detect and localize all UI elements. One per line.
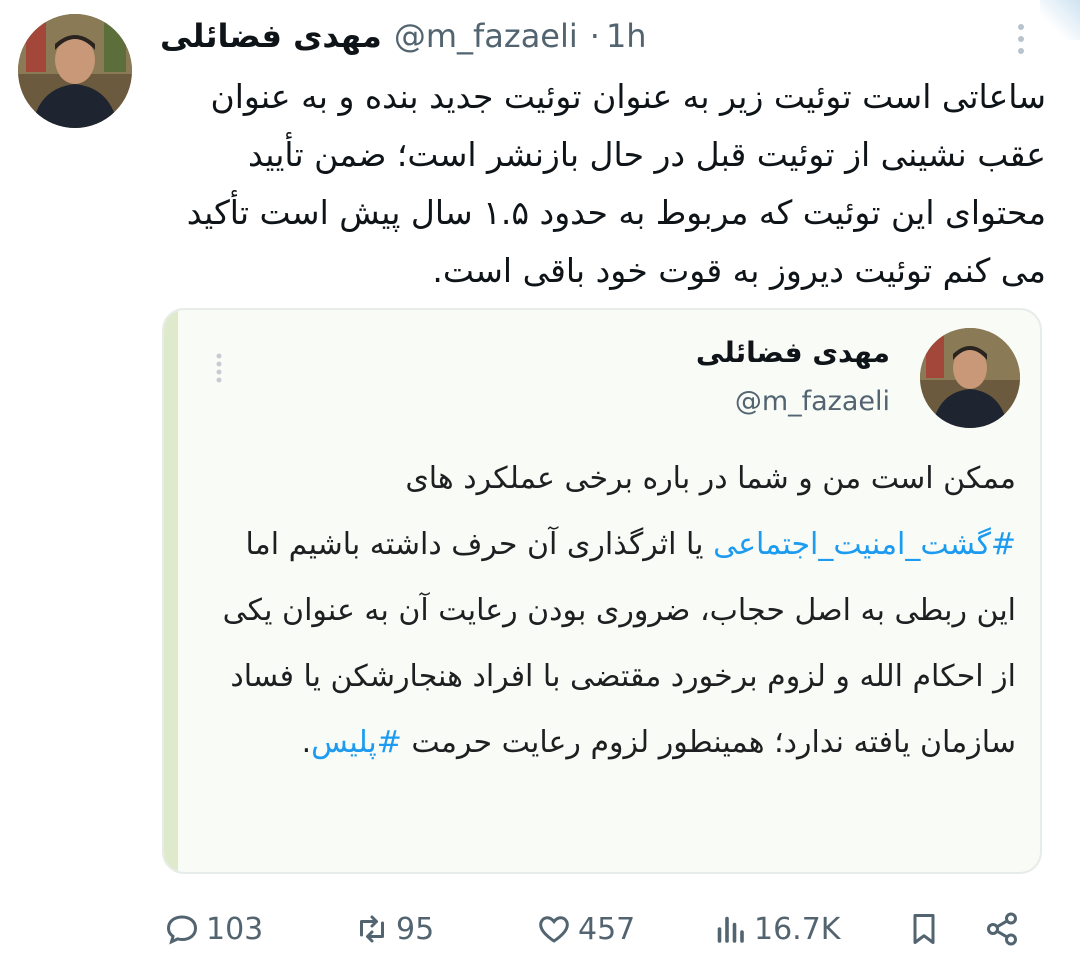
like-count: 457 bbox=[578, 911, 636, 947]
retweet-button[interactable]: 95 bbox=[354, 906, 434, 952]
share-button[interactable] bbox=[984, 906, 1020, 952]
separator-dot: · bbox=[589, 17, 600, 55]
retweet-count: 95 bbox=[396, 911, 435, 947]
quoted-handle: @m_fazaeli bbox=[734, 386, 890, 417]
quoted-display-name: مهدی فضائلی bbox=[695, 336, 890, 369]
drag-handle-icon bbox=[212, 352, 226, 386]
share-icon bbox=[987, 912, 1017, 946]
bookmark-button[interactable] bbox=[906, 906, 942, 952]
more-icon[interactable] bbox=[1013, 22, 1029, 56]
hashtag-link[interactable]: #گشت_امنیت_اجتماعی bbox=[713, 527, 1016, 562]
tweet-text: ساعاتی است توئیت زیر به عنوان توئیت جدید… bbox=[186, 77, 1046, 290]
timestamp[interactable]: 1h bbox=[606, 17, 647, 55]
like-button[interactable]: 457 bbox=[536, 906, 635, 952]
quoted-tweet-card[interactable]: مهدی فضائلی @m_fazaeli ممکن است من و شما… bbox=[162, 308, 1042, 874]
reply-button[interactable]: 103 bbox=[164, 906, 263, 952]
action-bar: 103 95 457 16.7K bbox=[0, 906, 1080, 956]
views-icon bbox=[717, 916, 744, 943]
reply-count: 103 bbox=[206, 911, 264, 947]
quoted-text-part3: . bbox=[301, 725, 312, 760]
quoted-text-part1: ممکن است من و شما در باره برخی عملکرد ها… bbox=[405, 461, 1016, 496]
frame-corner bbox=[1040, 0, 1080, 40]
reply-icon bbox=[166, 915, 198, 945]
quoted-text: ممکن است من و شما در باره برخی عملکرد ها… bbox=[204, 446, 1016, 776]
like-icon bbox=[539, 916, 569, 943]
quoted-avatar bbox=[920, 328, 1020, 428]
views-count: 16.7K bbox=[754, 911, 841, 947]
retweet-icon bbox=[360, 915, 384, 943]
views-button[interactable]: 16.7K bbox=[712, 906, 840, 952]
hashtag-link[interactable]: #پلیس bbox=[311, 725, 402, 760]
bookmark-icon bbox=[913, 914, 935, 944]
display-name[interactable]: مهدی فضائلی bbox=[160, 17, 382, 55]
quote-accent-bar bbox=[164, 310, 178, 872]
tweet-header: مهدی فضائلی @m_fazaeli · 1h bbox=[160, 10, 647, 62]
handle[interactable]: @m_fazaeli bbox=[394, 17, 578, 55]
avatar[interactable] bbox=[18, 14, 132, 128]
